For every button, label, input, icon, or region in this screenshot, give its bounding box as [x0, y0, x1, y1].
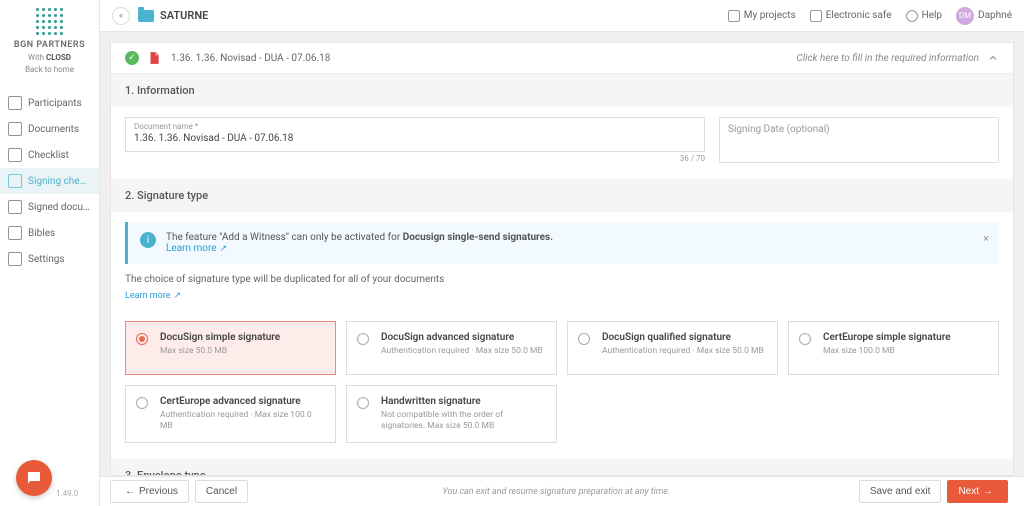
brand-with: With CLOSD [4, 53, 95, 62]
chat-fab[interactable] [16, 460, 52, 496]
info-icon: i [140, 232, 156, 248]
signing-icon [8, 174, 22, 188]
previous-button[interactable]: ←Previous [110, 480, 189, 503]
document-name: 1.36. 1.36. Novisad - DUA - 07.06.18 [171, 53, 330, 64]
topbar: « SATURNE My projects Electronic safe He… [100, 0, 1024, 32]
external-link-icon: ↗ [174, 291, 182, 301]
arrow-right-icon: → [983, 486, 993, 497]
sig-certeurope-advanced[interactable]: CertEurope advanced signature Authentica… [125, 385, 336, 443]
section-signature-head: 2. Signature type [111, 179, 1013, 212]
my-projects-link[interactable]: My projects [728, 10, 796, 22]
char-count: 36 / 70 [125, 154, 705, 163]
alert-learn-more-link[interactable]: Learn more↗ [166, 243, 227, 254]
section-envelope-head: 3. Envelope type [111, 459, 1013, 476]
sidebar-item-settings[interactable]: Settings [0, 246, 99, 272]
pdf-icon [147, 51, 161, 65]
signature-note-learn-more[interactable]: Learn more↗ [125, 291, 181, 301]
sidebar-collapse-button[interactable]: « [112, 7, 130, 25]
electronic-safe-link[interactable]: Electronic safe [810, 10, 892, 22]
signed-icon [8, 200, 22, 214]
project-title: SATURNE [160, 9, 208, 22]
sidebar: BGN PARTNERS With CLOSD Back to home Par… [0, 0, 100, 506]
document-header: ✓ 1.36. 1.36. Novisad - DUA - 07.06.18 C… [111, 43, 1013, 74]
sig-handwritten[interactable]: Handwritten signature Not compatible wit… [346, 385, 557, 443]
sidebar-item-participants[interactable]: Participants [0, 90, 99, 116]
signature-note: The choice of signature type will be dup… [125, 274, 999, 285]
sig-docusign-simple[interactable]: DocuSign simple signature Max size 50.0 … [125, 321, 336, 375]
wizard-footer: ←Previous Cancel You can exit and resume… [100, 476, 1024, 506]
brand-logo [36, 8, 64, 36]
next-button[interactable]: Next→ [947, 480, 1008, 503]
sidebar-item-bibles[interactable]: Bibles [0, 220, 99, 246]
safe-icon [810, 10, 822, 22]
help-link[interactable]: Help [906, 10, 942, 22]
book-icon [8, 226, 22, 240]
arrow-left-icon: ← [125, 486, 135, 497]
brand-name: BGN PARTNERS [4, 40, 95, 50]
check-icon: ✓ [125, 51, 139, 65]
sidebar-item-signing-checklist[interactable]: Signing checklist [0, 168, 99, 194]
alert-close-button[interactable]: × [983, 232, 989, 245]
external-link-icon: ↗ [220, 244, 228, 254]
section-information-head: 1. Information [111, 74, 1013, 107]
save-and-exit-button[interactable]: Save and exit [859, 480, 942, 503]
people-icon [8, 96, 22, 110]
project-folder-icon [138, 10, 154, 22]
sig-docusign-advanced[interactable]: DocuSign advanced signature Authenticati… [346, 321, 557, 375]
section-signature-body: i The feature "Add a Witness" can only b… [111, 212, 1013, 459]
list-icon [8, 148, 22, 162]
radio-icon [578, 333, 590, 345]
required-info-link[interactable]: Click here to fill in the required infor… [796, 53, 979, 64]
radio-icon [357, 397, 369, 409]
wizard-card: ✓ 1.36. 1.36. Novisad - DUA - 07.06.18 C… [110, 42, 1014, 476]
sidebar-item-signed-documents[interactable]: Signed documents [0, 194, 99, 220]
folder-icon [8, 122, 22, 136]
avatar: DM [956, 7, 974, 25]
footer-note: You can exit and resume signature prepar… [254, 487, 859, 497]
version-label: 1.49.0 [56, 489, 78, 498]
projects-icon [728, 10, 740, 22]
main-area: ✓ 1.36. 1.36. Novisad - DUA - 07.06.18 C… [100, 32, 1024, 476]
section-information-body: Document name * 1.36. 1.36. Novisad - DU… [111, 107, 1013, 179]
sig-certeurope-simple[interactable]: CertEurope simple signature Max size 100… [788, 321, 999, 375]
cancel-button[interactable]: Cancel [195, 480, 248, 503]
signature-type-grid: DocuSign simple signature Max size 50.0 … [125, 321, 999, 443]
radio-icon [136, 333, 148, 345]
sidebar-nav: Participants Documents Checklist Signing… [0, 90, 99, 272]
witness-alert: i The feature "Add a Witness" can only b… [125, 222, 999, 264]
sig-docusign-qualified[interactable]: DocuSign qualified signature Authenticat… [567, 321, 778, 375]
help-icon [906, 10, 918, 22]
radio-icon [136, 397, 148, 409]
user-menu[interactable]: DMDaphné [956, 7, 1012, 25]
brand-block: BGN PARTNERS With CLOSD Back to home [0, 0, 99, 78]
sliders-icon [8, 252, 22, 266]
back-home-link[interactable]: Back to home [4, 65, 95, 74]
document-name-input[interactable]: Document name * 1.36. 1.36. Novisad - DU… [125, 117, 705, 152]
signing-date-input[interactable]: Signing Date (optional) [719, 117, 999, 163]
sidebar-item-checklist[interactable]: Checklist [0, 142, 99, 168]
chat-icon [25, 469, 43, 487]
radio-icon [357, 333, 369, 345]
chevron-up-icon[interactable] [987, 52, 999, 64]
sidebar-item-documents[interactable]: Documents [0, 116, 99, 142]
radio-icon [799, 333, 811, 345]
